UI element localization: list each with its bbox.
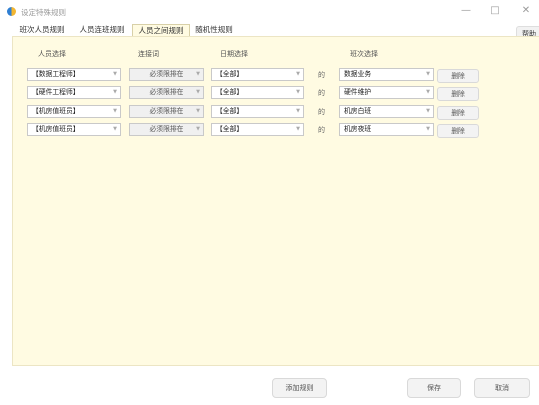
connector-de-label: 的: [318, 89, 325, 97]
chevron-down-icon: ▼: [296, 71, 300, 77]
person-select-value: 【数据工程师】: [32, 70, 80, 78]
shift-select[interactable]: 机房夜班 ▼: [339, 123, 434, 136]
header-person: 人员选择: [38, 50, 66, 58]
chevron-down-icon: ▼: [196, 71, 200, 77]
add-rule-button[interactable]: 添加规则: [272, 378, 327, 398]
connector-select-value: 必须限排在: [149, 70, 184, 78]
person-select[interactable]: 【机房值班员】 ▼: [27, 105, 121, 118]
app-logo-icon: [7, 7, 16, 16]
date-select-value: 【全部】: [216, 107, 244, 115]
person-select[interactable]: 【数据工程师】 ▼: [27, 68, 121, 81]
header-connector: 连接词: [138, 50, 159, 58]
header-date: 日期选择: [220, 50, 248, 58]
date-select[interactable]: 【全部】 ▼: [211, 123, 304, 136]
chevron-down-icon: ▼: [196, 89, 200, 95]
chevron-down-icon: ▼: [426, 71, 430, 77]
chevron-down-icon: ▼: [196, 126, 200, 132]
date-select-value: 【全部】: [216, 70, 244, 78]
chevron-down-icon: ▼: [426, 126, 430, 132]
shift-select-value: 机房白班: [344, 107, 372, 115]
shift-select[interactable]: 硬件维护 ▼: [339, 86, 434, 99]
connector-de-label: 的: [318, 108, 325, 116]
chevron-down-icon: ▼: [113, 108, 117, 114]
maximize-button[interactable]: □: [484, 3, 506, 19]
tab-random-rules[interactable]: 随机性规则: [191, 24, 237, 36]
shift-select-value: 数据业务: [344, 70, 372, 78]
chevron-down-icon: ▼: [296, 89, 300, 95]
window-title: 设定特殊规则: [21, 8, 66, 17]
tab-shift-person-rules[interactable]: 班次人员规则: [13, 24, 71, 36]
shift-select[interactable]: 机房白班 ▼: [339, 105, 434, 118]
delete-rule-button[interactable]: 删除: [437, 106, 479, 120]
date-select[interactable]: 【全部】 ▼: [211, 105, 304, 118]
save-button[interactable]: 保存: [407, 378, 461, 398]
chevron-down-icon: ▼: [113, 126, 117, 132]
header-shift: 班次选择: [350, 50, 378, 58]
person-select-value: 【机房值班员】: [32, 125, 80, 133]
tab-between-persons-rules[interactable]: 人员之间规则: [132, 24, 190, 36]
chevron-down-icon: ▼: [113, 71, 117, 77]
person-select[interactable]: 【机房值班员】 ▼: [27, 123, 121, 136]
shift-select-value: 机房夜班: [344, 125, 372, 133]
delete-rule-button[interactable]: 删除: [437, 87, 479, 101]
minimize-button[interactable]: —: [455, 3, 477, 19]
connector-select-value: 必须限排在: [149, 107, 184, 115]
person-select-value: 【机房值班员】: [32, 107, 80, 115]
shift-select-value: 硬件维护: [344, 88, 372, 96]
cancel-button[interactable]: 取消: [474, 378, 530, 398]
connector-select[interactable]: 必须限排在 ▼: [129, 105, 204, 118]
chevron-down-icon: ▼: [113, 89, 117, 95]
date-select[interactable]: 【全部】 ▼: [211, 86, 304, 99]
connector-select-value: 必须限排在: [149, 125, 184, 133]
date-select-value: 【全部】: [216, 88, 244, 96]
connector-select[interactable]: 必须限排在 ▼: [129, 86, 204, 99]
delete-rule-button[interactable]: 删除: [437, 124, 479, 138]
connector-select-value: 必须限排在: [149, 88, 184, 96]
title-bar: 设定特殊规则 — □ ✕: [0, 0, 539, 22]
connector-select[interactable]: 必须限排在 ▼: [129, 68, 204, 81]
person-select-value: 【硬件工程师】: [32, 88, 80, 96]
connector-select[interactable]: 必须限排在 ▼: [129, 123, 204, 136]
date-select-value: 【全部】: [216, 125, 244, 133]
tab-person-consecutive-rules[interactable]: 人员连班规则: [73, 24, 131, 36]
chevron-down-icon: ▼: [426, 89, 430, 95]
chevron-down-icon: ▼: [296, 126, 300, 132]
chevron-down-icon: ▼: [426, 108, 430, 114]
chevron-down-icon: ▼: [296, 108, 300, 114]
person-select[interactable]: 【硬件工程师】 ▼: [27, 86, 121, 99]
connector-de-label: 的: [318, 71, 325, 79]
close-button[interactable]: ✕: [515, 3, 537, 19]
delete-rule-button[interactable]: 删除: [437, 69, 479, 83]
shift-select[interactable]: 数据业务 ▼: [339, 68, 434, 81]
chevron-down-icon: ▼: [196, 108, 200, 114]
date-select[interactable]: 【全部】 ▼: [211, 68, 304, 81]
connector-de-label: 的: [318, 126, 325, 134]
